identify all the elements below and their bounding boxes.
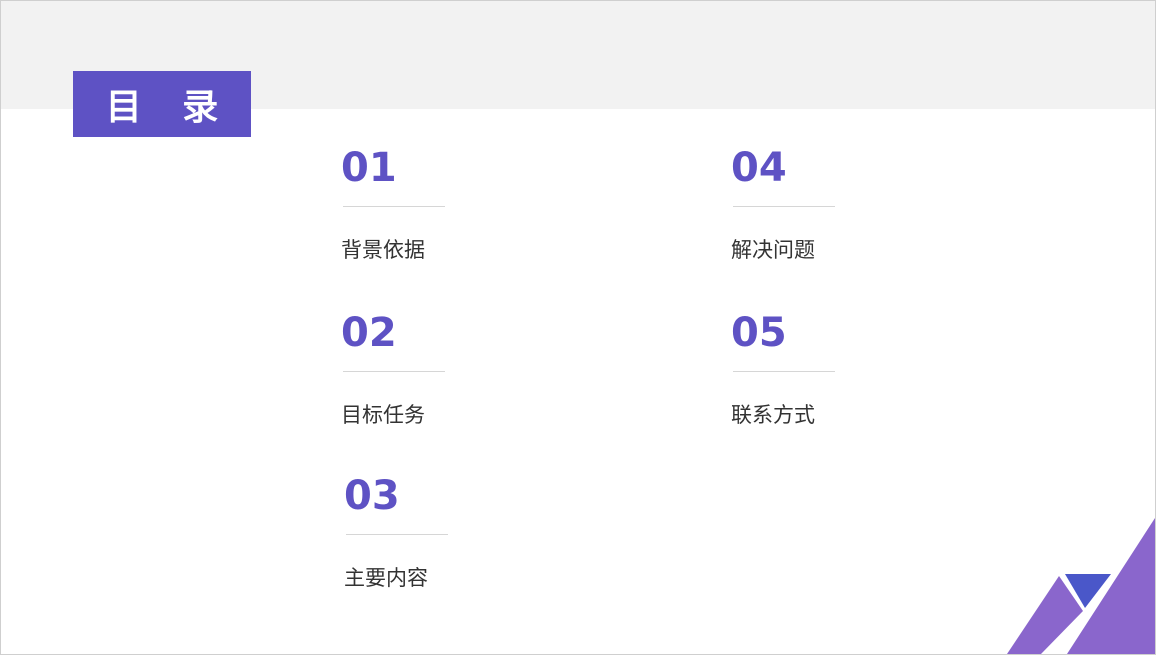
corner-decoration (1007, 518, 1155, 654)
decor-triangle-left (1007, 576, 1083, 654)
slide: 目 录 01 背景依据 02 目标任务 03 主要内容 04 解决问题 05 联… (0, 0, 1156, 655)
